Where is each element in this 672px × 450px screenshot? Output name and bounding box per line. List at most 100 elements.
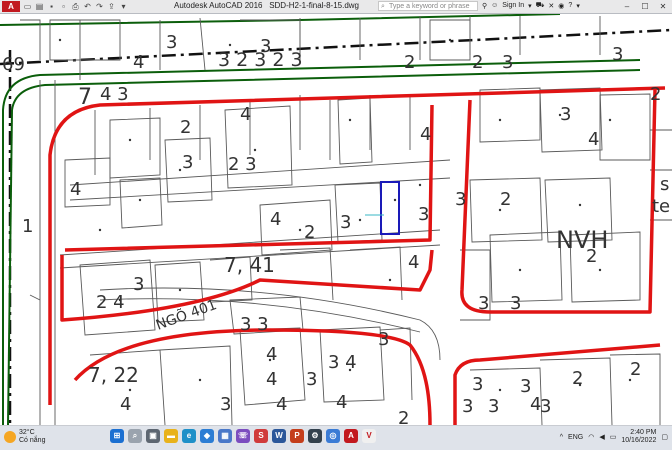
close-icon[interactable]: ✕ (654, 0, 672, 13)
notification-icon[interactable]: ▢ (661, 433, 668, 441)
label: 4 (270, 209, 281, 230)
label: 2 (398, 408, 409, 425)
print-icon[interactable]: ⎙ (71, 2, 80, 11)
window-controls: – ☐ ✕ (618, 0, 672, 13)
label: NVH (556, 226, 608, 254)
label: 4 (336, 392, 347, 413)
label: 3 (488, 396, 499, 417)
minimize-icon[interactable]: – (618, 0, 636, 13)
label: 2 (650, 84, 661, 105)
label: 3 (540, 396, 551, 417)
sign-in-dropdown-icon[interactable]: ▾ (528, 2, 532, 10)
binoculars-icon[interactable]: ⚲ (482, 2, 487, 10)
label: 3 (455, 189, 466, 210)
autocad-logo-button[interactable]: A (2, 1, 20, 12)
redo-icon[interactable]: ↷ (95, 2, 104, 11)
label: 3 (378, 329, 389, 350)
header-right: ⚲ ☺ Sign In ▾ ⛟ ✕ ◉ ? ▾ (482, 1, 580, 10)
undo-icon[interactable]: ↶ (83, 2, 92, 11)
help-icon[interactable]: ? (568, 2, 572, 9)
maximize-icon[interactable]: ☐ (636, 0, 654, 13)
weather-condition: Có nắng (19, 437, 46, 444)
label: 3 2 3 2 3 (218, 49, 303, 71)
weather-widget[interactable]: 32°C Có nắng (4, 429, 45, 445)
save-as-icon[interactable]: ▫ (59, 2, 68, 11)
start-icon[interactable]: ⊞ (110, 429, 124, 443)
word-icon[interactable]: W (272, 429, 286, 443)
weather-temp: 32°C (19, 429, 35, 436)
powerpoint-icon[interactable]: P (290, 429, 304, 443)
language-indicator[interactable]: ENG (568, 434, 583, 441)
chrome-icon[interactable]: ◎ (326, 429, 340, 443)
label: 4 (133, 52, 144, 73)
search-placeholder: Type a keyword or phrase (389, 3, 470, 10)
photos-icon[interactable]: ▦ (218, 429, 232, 443)
keyword-search-input[interactable]: ⌕ Type a keyword or phrase (378, 1, 478, 11)
clock[interactable]: 2:40 PM 10/16/2022 (621, 429, 656, 445)
label: 3 (306, 369, 317, 390)
label: 3 (133, 274, 144, 295)
label: 2 (180, 117, 191, 138)
sun-icon (4, 431, 16, 443)
label: 4 (240, 104, 251, 125)
chevron-up-icon[interactable]: ^ (560, 434, 563, 441)
task-view-icon[interactable]: ▣ (146, 429, 160, 443)
selected-rectangle[interactable] (380, 181, 400, 235)
label: 3 (182, 152, 193, 173)
user-icon[interactable]: ☺ (491, 2, 498, 9)
label: 3 3 (240, 314, 269, 335)
label: NGÕ 401 (154, 296, 219, 334)
label: 4 3 (100, 84, 129, 105)
label: 3 (418, 204, 429, 225)
sign-in-button[interactable]: Sign In (502, 2, 524, 9)
label: 4 (70, 179, 81, 200)
open-file-icon[interactable]: ▤ (35, 2, 44, 11)
taskbar: 32°C Có nắng ⊞ ⌕ ▣ ▬ e ◆ ▦ ☏ S W P ⚙ ◎ A… (0, 425, 672, 450)
dropdown-icon[interactable]: ▾ (119, 2, 128, 11)
settings-icon[interactable]: ⚙ (308, 429, 322, 443)
label: 3 4 (328, 352, 357, 373)
pdf-icon[interactable]: V (362, 429, 376, 443)
a360-icon[interactable]: ◉ (558, 2, 564, 10)
app-s-icon[interactable]: S (254, 429, 268, 443)
label: 3 (612, 44, 623, 65)
label: 2 (500, 189, 511, 210)
label: 2 (572, 368, 583, 389)
label: 2 3 (228, 154, 257, 175)
edge-icon[interactable]: e (182, 429, 196, 443)
share-icon[interactable]: ⇪ (107, 2, 116, 11)
label: 3 (472, 374, 483, 395)
autocad-icon[interactable]: A (344, 429, 358, 443)
label: 4 (120, 394, 131, 415)
exchange-icon[interactable]: ✕ (548, 2, 554, 10)
system-tray: ^ ENG ◠ ◀ ▭ 2:40 PM 10/16/2022 ▢ (560, 429, 668, 445)
drawing-area[interactable]: 69 3 4 3 3 2 3 2 3 2 3 2 3 7 4 3 2 4 4 3… (0, 14, 672, 425)
new-file-icon[interactable]: ▭ (23, 2, 32, 11)
battery-icon[interactable]: ▭ (610, 433, 617, 441)
search-icon[interactable]: ⌕ (128, 429, 142, 443)
store-icon[interactable]: ◆ (200, 429, 214, 443)
volume-icon[interactable]: ◀ (599, 433, 604, 441)
cad-drawing[interactable]: 69 3 4 3 3 2 3 2 3 2 3 2 3 7 4 3 2 4 4 3… (0, 14, 672, 425)
help-dropdown-icon[interactable]: ▾ (576, 2, 580, 10)
label: 2 4 (96, 292, 125, 313)
wifi-icon[interactable]: ◠ (588, 433, 594, 441)
label: s (660, 174, 669, 195)
label: 7, 22 (88, 363, 139, 387)
taskbar-apps: ⊞ ⌕ ▣ ▬ e ◆ ▦ ☏ S W P ⚙ ◎ A V (110, 429, 376, 443)
label: 4 (420, 124, 431, 145)
label: 7 (78, 85, 92, 110)
file-explorer-icon[interactable]: ▬ (164, 429, 178, 443)
label: 3 (510, 293, 521, 314)
label: 4 (408, 252, 419, 273)
label: 3 (478, 293, 489, 314)
label: 2 (304, 222, 315, 243)
label: 3 (340, 212, 351, 233)
label: 1 (22, 216, 33, 237)
label: 3 (166, 32, 177, 53)
save-icon[interactable]: ▪ (47, 2, 56, 11)
quick-access-toolbar: A ▭ ▤ ▪ ▫ ⎙ ↶ ↷ ⇪ ▾ (2, 1, 128, 12)
viber-icon[interactable]: ☏ (236, 429, 250, 443)
title-bar: A ▭ ▤ ▪ ▫ ⎙ ↶ ↷ ⇪ ▾ Autodesk AutoCAD 201… (0, 0, 672, 14)
cart-icon[interactable]: ⛟ (536, 1, 545, 10)
